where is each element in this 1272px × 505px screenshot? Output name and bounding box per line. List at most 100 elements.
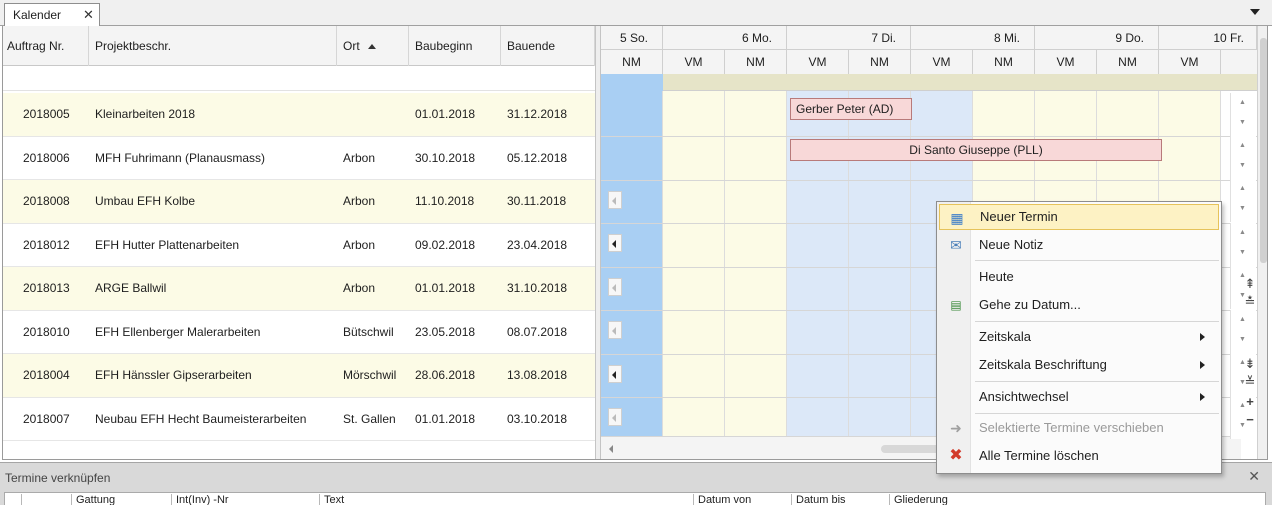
column-header-datum-bis[interactable]: Datum bis <box>791 494 889 505</box>
menu-item-neuer-termin[interactable]: ▦ Neuer Termin <box>939 204 1219 230</box>
column-header-datum-von[interactable]: Datum von <box>693 494 791 505</box>
halfday-header: VM <box>911 50 973 74</box>
new-appointment-icon: ▦ <box>950 210 964 226</box>
table-row[interactable]: 2018004 EFH Hänssler Gipserarbeiten Mörs… <box>3 354 595 398</box>
scroll-down-icon[interactable]: ▼ <box>1239 336 1246 343</box>
column-header-int-nr[interactable]: Int(Inv) -Nr <box>171 494 319 505</box>
table-row[interactable]: 2018008 Umbau EFH Kolbe Arbon 11.10.2018… <box>3 180 595 224</box>
menu-item-selektierte-termine-verschieben[interactable]: ➜ Selektierte Termine verschieben <box>939 415 1219 441</box>
column-header-projektbeschr[interactable]: Projektbeschr. <box>89 26 337 66</box>
cell-bauende: 30.11.2018 <box>507 194 567 208</box>
scroll-up-icon[interactable]: ▲ <box>1239 185 1246 192</box>
cell-ort: St. Gallen <box>343 411 396 426</box>
cell-auftrag-nr: 2018008 <box>23 194 70 208</box>
row-scroll-buttons[interactable]: ▲ ▼ <box>1230 136 1256 179</box>
table-row[interactable]: 2018012 EFH Hutter Plattenarbeiten Arbon… <box>3 224 595 267</box>
calendar-column[interactable] <box>725 74 787 436</box>
scroll-left-icon[interactable] <box>608 278 622 296</box>
cell-projektbeschr: Kleinarbeiten 2018 <box>95 107 196 121</box>
menu-item-zeitskala-beschriftung[interactable]: Zeitskala Beschriftung <box>939 352 1219 378</box>
table-row[interactable]: 2018007 Neubau EFH Hecht Baumeisterarbei… <box>3 398 595 441</box>
tab-dropdown-icon[interactable] <box>1250 9 1260 15</box>
row-scroll-buttons[interactable]: ▲ ▼ <box>1230 93 1256 136</box>
scroll-up-icon[interactable]: ▲ <box>1239 229 1246 236</box>
menu-item-alle-termine-loeschen[interactable]: ✖ Alle Termine löschen <box>939 443 1219 469</box>
calendar-column[interactable] <box>849 74 911 436</box>
vertical-scrollbar[interactable] <box>1257 26 1267 459</box>
cell-baubeginn: 30.10.2018 <box>415 150 476 165</box>
scroll-left-icon[interactable] <box>608 234 622 252</box>
halfday-header: NM <box>973 50 1035 74</box>
scroll-down-icon[interactable]: ▼ <box>1239 162 1246 169</box>
cell-ort: Arbon <box>343 194 376 208</box>
tab-close-icon[interactable]: ✕ <box>83 7 94 23</box>
menu-item-gehe-zu-datum[interactable]: ▤ Gehe zu Datum... <box>939 292 1219 318</box>
scroll-left-icon[interactable] <box>608 408 622 426</box>
zoom-in-icon-2[interactable]: ≛ <box>1243 294 1257 310</box>
scroll-down-icon[interactable]: ▼ <box>1239 119 1246 126</box>
scroll-left-icon[interactable] <box>608 365 622 383</box>
menu-item-label: Ansichtwechsel <box>979 389 1069 404</box>
column-header-gliederung[interactable]: Gliederung <box>889 494 1265 505</box>
row-scroll-buttons[interactable]: ▲ ▼ <box>1230 179 1256 222</box>
calendar-column[interactable] <box>787 74 849 436</box>
calendar-column[interactable] <box>663 74 725 436</box>
cell-ort: Bütschwil <box>343 324 394 339</box>
day-header[interactable]: 7 Di. <box>787 26 911 50</box>
scroll-down-icon[interactable]: ▼ <box>1239 205 1246 212</box>
column-header-gattung[interactable]: Gattung <box>71 494 171 505</box>
day-header[interactable]: 9 Do. <box>1035 26 1159 50</box>
zoom-out-icon-2[interactable]: ≚ <box>1243 374 1257 390</box>
scroll-left-arrow-icon[interactable] <box>609 445 613 453</box>
column-header-bauende[interactable]: Bauende <box>501 26 595 66</box>
scroll-up-icon[interactable]: ▲ <box>1239 316 1246 323</box>
halfday-header: VM <box>787 50 849 74</box>
menu-item-neue-notiz[interactable]: ✉ Neue Notiz <box>939 232 1219 258</box>
minus-icon[interactable]: − <box>1243 412 1257 427</box>
day-header[interactable]: 6 Mo. <box>663 26 787 50</box>
row-scroll-buttons[interactable]: ▲ ▼ <box>1230 310 1256 353</box>
calendar-header: 5 So. 6 Mo. 7 Di. 8 Mi. 9 Do. 10 Fr. NM … <box>601 26 1257 74</box>
table-row[interactable]: 2018005 Kleinarbeiten 2018 01.01.2018 31… <box>3 93 595 137</box>
halfday-header: VM <box>1159 50 1221 74</box>
scroll-up-icon[interactable]: ▲ <box>1239 142 1246 149</box>
tab-strip: Kalender ✕ <box>0 0 1272 26</box>
column-header-text[interactable]: Text <box>319 494 693 505</box>
column-header-auftrag-nr[interactable]: Auftrag Nr. <box>3 26 89 66</box>
day-header[interactable]: 10 Fr. <box>1159 26 1257 50</box>
menu-item-label: Neuer Termin <box>980 209 1058 224</box>
panel-close-icon[interactable]: ✕ <box>1248 468 1260 485</box>
menu-item-label: Neue Notiz <box>979 237 1044 252</box>
menu-item-heute[interactable]: Heute <box>939 264 1219 290</box>
zoom-out-time-icon[interactable]: ⇟ <box>1243 356 1257 372</box>
scroll-down-icon[interactable]: ▼ <box>1239 249 1246 256</box>
tab-kalender[interactable]: Kalender ✕ <box>4 3 100 26</box>
menu-item-zeitskala[interactable]: Zeitskala <box>939 324 1219 350</box>
row-scroll-buttons[interactable]: ▲ ▼ <box>1230 223 1256 266</box>
scroll-left-icon[interactable] <box>608 321 622 339</box>
appointment[interactable]: Di Santo Giuseppe (PLL) <box>790 139 1162 161</box>
table-row[interactable]: 2018010 EFH Ellenberger Malerarbeiten Bü… <box>3 311 595 354</box>
day-header[interactable]: 5 So. <box>601 26 663 50</box>
menu-item-ansichtwechsel[interactable]: Ansichtwechsel <box>939 384 1219 410</box>
column-header-baubeginn[interactable]: Baubeginn <box>409 26 501 66</box>
appointment[interactable]: Gerber Peter (AD) <box>790 98 912 120</box>
cell-auftrag-nr: 2018007 <box>23 411 70 426</box>
cell-projektbeschr: EFH Hänssler Gipserarbeiten <box>95 368 252 382</box>
table-row[interactable]: 2018013 ARGE Ballwil Arbon 01.01.2018 31… <box>3 267 595 311</box>
table-row[interactable]: 2018006 MFH Fuhrimann (Planausmass) Arbo… <box>3 137 595 180</box>
plus-icon[interactable]: + <box>1243 394 1257 409</box>
row-divider <box>601 136 1257 137</box>
zoom-in-time-icon[interactable]: ⇞ <box>1243 276 1257 292</box>
goto-date-icon: ▤ <box>950 298 962 312</box>
day-header[interactable]: 8 Mi. <box>911 26 1035 50</box>
cell-auftrag-nr: 2018004 <box>23 368 70 382</box>
scroll-left-icon[interactable] <box>608 191 622 209</box>
menu-item-label: Gehe zu Datum... <box>979 297 1081 312</box>
filter-row[interactable] <box>3 67 595 91</box>
scrollbar-thumb[interactable] <box>1260 38 1267 263</box>
cell-bauende: 03.10.2018 <box>507 411 568 426</box>
column-header-ort[interactable]: Ort <box>337 26 409 66</box>
column-header-blank[interactable] <box>21 494 71 505</box>
scroll-up-icon[interactable]: ▲ <box>1239 99 1246 106</box>
